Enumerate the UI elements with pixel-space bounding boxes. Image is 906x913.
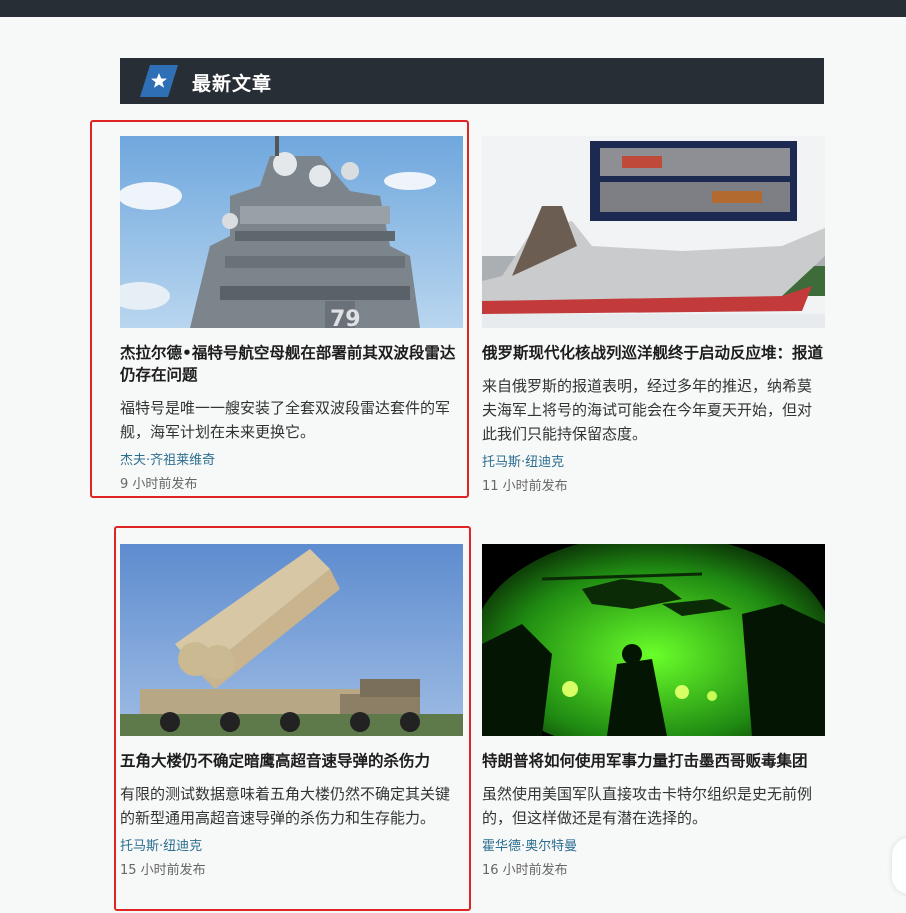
- article-excerpt: 福特号是唯一一艘安装了全套双波段雷达套件的军舰，海军计划在未来更换它。: [120, 399, 451, 441]
- top-bar: [0, 0, 906, 17]
- article-excerpt: 虽然使用美国军队直接攻击卡特尔组织是史无前例的，但这样做还是有潜在选择的。: [482, 785, 813, 827]
- article-time: 9 小时前发布: [120, 477, 198, 492]
- article-author-link[interactable]: 托马斯·纽迪克: [482, 454, 825, 472]
- article-title[interactable]: 特朗普将如何使用军事力量打击墨西哥贩毒集团: [482, 750, 825, 772]
- article-card-2[interactable]: 俄罗斯现代化核战列巡洋舰终于启动反应堆：报道 来自俄罗斯的报道表明，经过多年的推…: [482, 136, 825, 496]
- night-vision-helicopter-image[interactable]: [482, 544, 825, 736]
- floating-side-button[interactable]: [892, 838, 906, 894]
- article-card-4[interactable]: 特朗普将如何使用军事力量打击墨西哥贩毒集团 虽然使用美国军队直接攻击卡特尔组织是…: [482, 544, 825, 880]
- hypersonic-missile-launcher-image[interactable]: [120, 544, 463, 736]
- article-title[interactable]: 俄罗斯现代化核战列巡洋舰终于启动反应堆：报道: [482, 342, 825, 364]
- article-time: 15 小时前发布: [120, 863, 206, 878]
- section-header: 最新文章: [120, 58, 824, 104]
- article-author-link[interactable]: 霍华德·奥尔特曼: [482, 838, 825, 856]
- article-time: 11 小时前发布: [482, 479, 568, 494]
- hull-number-text: 79: [330, 307, 361, 328]
- star-icon: [140, 65, 178, 97]
- article-excerpt: 有限的测试数据意味着五角大楼仍然不确定其关键的新型通用高超音速导弹的杀伤力和生存…: [120, 785, 451, 827]
- section-title: 最新文章: [192, 73, 273, 95]
- article-time: 16 小时前发布: [482, 863, 568, 878]
- article-title[interactable]: 杰拉尔德•福特号航空母舰在部署前其双波段雷达仍存在问题: [120, 342, 463, 386]
- article-author-link[interactable]: 托马斯·纽迪克: [120, 838, 463, 856]
- article-excerpt: 来自俄罗斯的报道表明，经过多年的推迟，纳希莫夫海军上将号的海试可能会在今年夏天开…: [482, 377, 813, 443]
- aircraft-carrier-island-image[interactable]: 79: [120, 136, 463, 328]
- article-card-3[interactable]: 五角大楼仍不确定暗鹰高超音速导弹的杀伤力 有限的测试数据意味着五角大楼仍然不确定…: [120, 544, 463, 880]
- article-card-1[interactable]: 79 杰拉尔德•福特号航空母舰在部署前其双波段雷达仍存在问题 福特号是唯一一艘安…: [120, 136, 463, 494]
- battlecruiser-image[interactable]: [482, 136, 825, 328]
- article-title[interactable]: 五角大楼仍不确定暗鹰高超音速导弹的杀伤力: [120, 750, 463, 772]
- article-author-link[interactable]: 杰夫·齐祖莱维奇: [120, 452, 463, 470]
